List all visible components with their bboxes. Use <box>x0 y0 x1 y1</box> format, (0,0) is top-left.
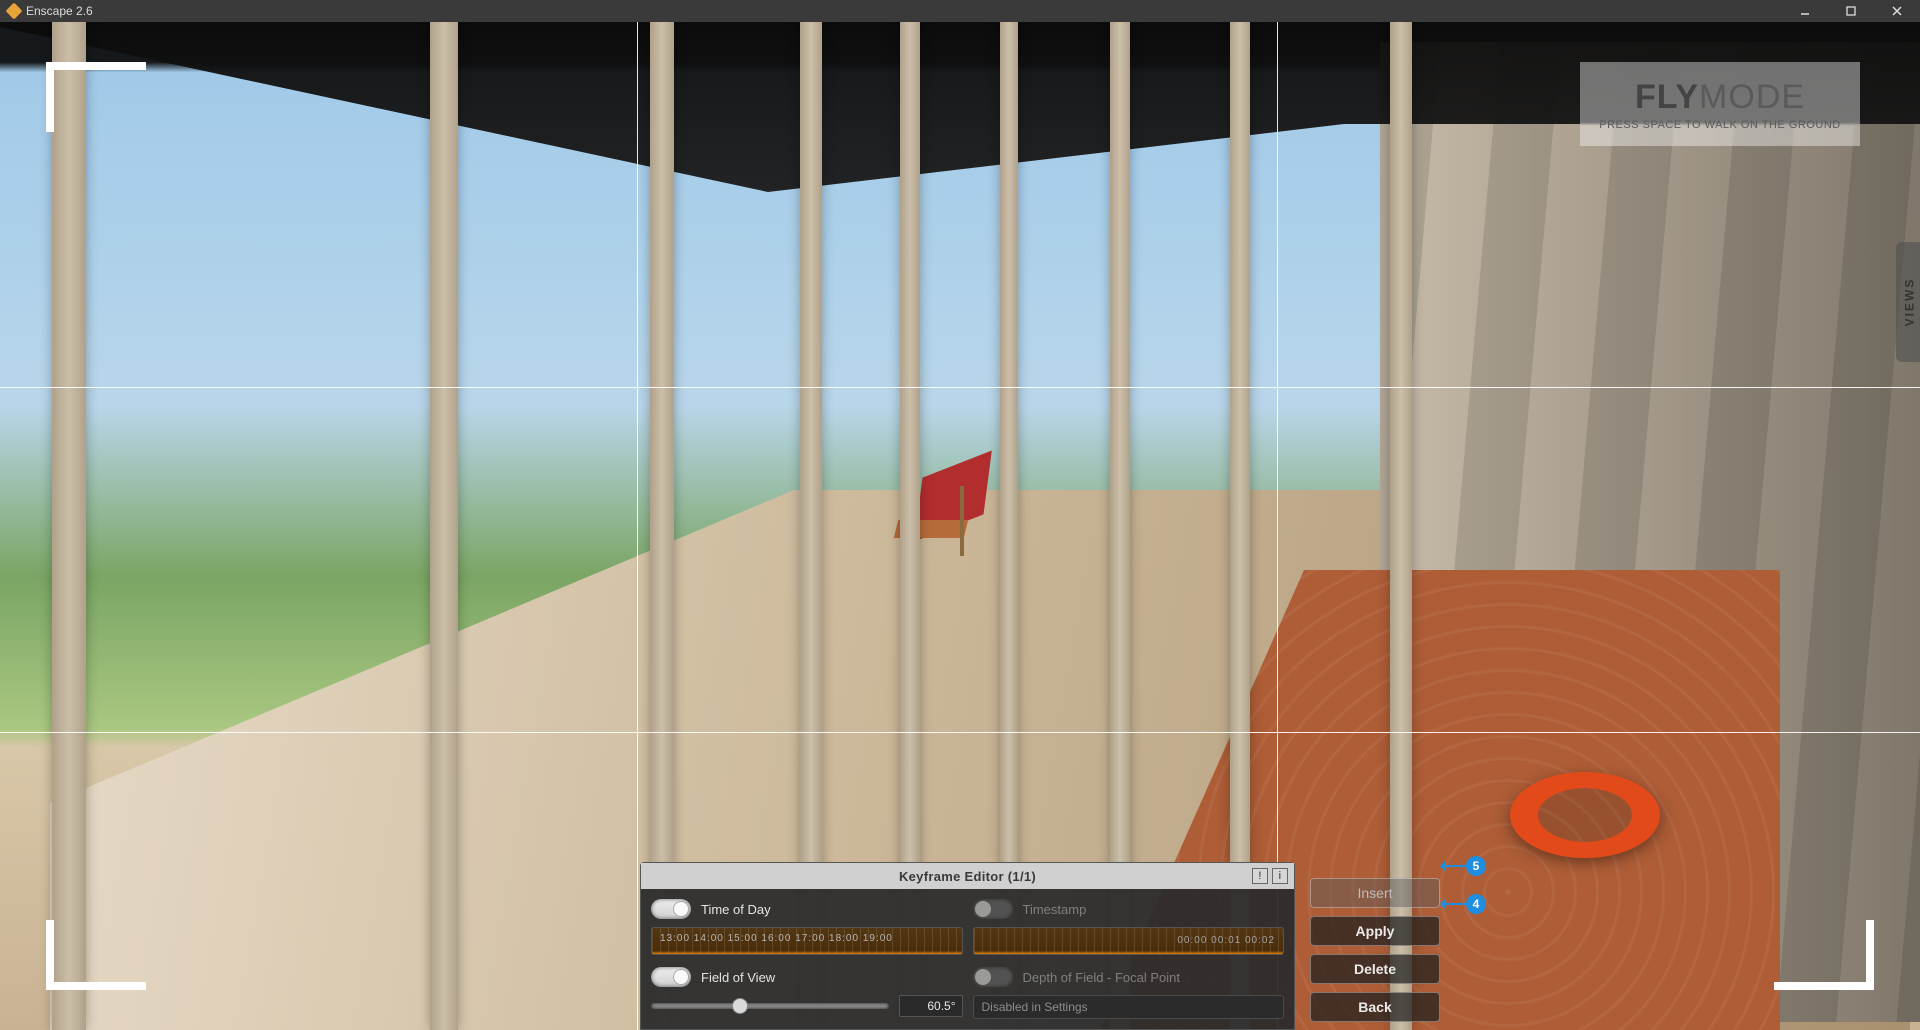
time-of-day-ruler-labels: 13:00 14:00 15:00 16:00 17:00 18:00 19:0… <box>660 933 893 944</box>
time-of-day-label: Time of Day <box>701 902 771 917</box>
apply-button[interactable]: Apply <box>1310 916 1440 946</box>
keyframe-editor-title: Keyframe Editor (1/1) <box>899 869 1036 884</box>
keyframe-editor-left-column: Time of Day 13:00 14:00 15:00 16:00 17:0… <box>651 897 963 1019</box>
field-of-view-slider[interactable] <box>651 1003 889 1009</box>
apply-button-label: Apply <box>1356 923 1395 939</box>
render-viewport[interactable]: FLYMODE PRESS SPACE TO WALK ON THE GROUN… <box>0 22 1920 1030</box>
composition-grid-line <box>0 732 1920 733</box>
timestamp-label: Timestamp <box>1023 902 1087 917</box>
delete-button[interactable]: Delete <box>1310 954 1440 984</box>
keyframe-editor-header[interactable]: Keyframe Editor (1/1) ! i <box>641 863 1294 889</box>
flymode-title: FLYMODE <box>1635 78 1805 117</box>
back-button-label: Back <box>1358 999 1391 1015</box>
viewport-pool-ring <box>1510 772 1660 858</box>
maximize-button[interactable] <box>1828 0 1874 22</box>
time-of-day-ruler[interactable]: 13:00 14:00 15:00 16:00 17:00 18:00 19:0… <box>651 927 963 955</box>
viewport-pillar <box>52 22 86 1030</box>
field-of-view-toggle[interactable] <box>651 967 691 987</box>
time-of-day-toggle[interactable] <box>651 899 691 919</box>
flymode-overlay: FLYMODE PRESS SPACE TO WALK ON THE GROUN… <box>1580 62 1860 146</box>
viewport-pillar <box>430 22 458 1030</box>
annotation-bubble: 5 <box>1466 856 1486 876</box>
keyframe-editor-right-column: Timestamp 00:00 00:01 00:02 Depth of Fie… <box>973 897 1285 1019</box>
window-controls <box>1782 0 1920 22</box>
safe-frame-corner <box>46 920 146 990</box>
insert-button[interactable]: Insert <box>1310 878 1440 908</box>
minimize-button[interactable] <box>1782 0 1828 22</box>
delete-button-label: Delete <box>1354 961 1396 977</box>
field-of-view-label: Field of View <box>701 970 775 985</box>
timestamp-toggle[interactable] <box>973 899 1013 919</box>
flymode-subtitle: PRESS SPACE TO WALK ON THE GROUND <box>1599 119 1840 131</box>
warning-icon[interactable]: ! <box>1252 868 1268 884</box>
info-icon[interactable]: i <box>1272 868 1288 884</box>
insert-button-label: Insert <box>1357 885 1392 901</box>
app-icon <box>6 3 23 20</box>
views-side-tab[interactable]: VIEWS <box>1896 242 1920 362</box>
annotation-bubble: 4 <box>1466 894 1486 914</box>
timestamp-ruler-labels: 00:00 00:01 00:02 <box>1177 935 1275 946</box>
depth-of-field-label: Depth of Field - Focal Point <box>1023 970 1181 985</box>
safe-frame-corner <box>1774 920 1874 990</box>
keyframe-editor-panel: Keyframe Editor (1/1) ! i Time of Day 13… <box>640 862 1295 1030</box>
close-button[interactable] <box>1874 0 1920 22</box>
composition-grid-line <box>637 22 638 1030</box>
depth-of-field-toggle[interactable] <box>973 967 1013 987</box>
flymode-title-strong: FLY <box>1635 78 1699 116</box>
safe-frame-corner <box>46 62 146 132</box>
slider-thumb[interactable] <box>732 998 748 1014</box>
annotation-pointer-5: 5 <box>1442 856 1486 876</box>
annotation-pointer-4: 4 <box>1442 894 1486 914</box>
composition-grid-line <box>0 387 1920 388</box>
timestamp-ruler[interactable]: 00:00 00:01 00:02 <box>973 927 1285 955</box>
title-bar: Enscape 2.6 <box>0 0 1920 22</box>
window-title: Enscape 2.6 <box>26 4 93 18</box>
field-of-view-value[interactable] <box>899 995 963 1017</box>
flymode-title-light: MODE <box>1699 78 1805 116</box>
keyframe-action-buttons: Insert Apply Delete Back <box>1310 878 1440 1030</box>
views-label: VIEWS <box>1902 278 1916 327</box>
back-button[interactable]: Back <box>1310 992 1440 1022</box>
depth-of-field-info: Disabled in Settings <box>973 995 1285 1019</box>
